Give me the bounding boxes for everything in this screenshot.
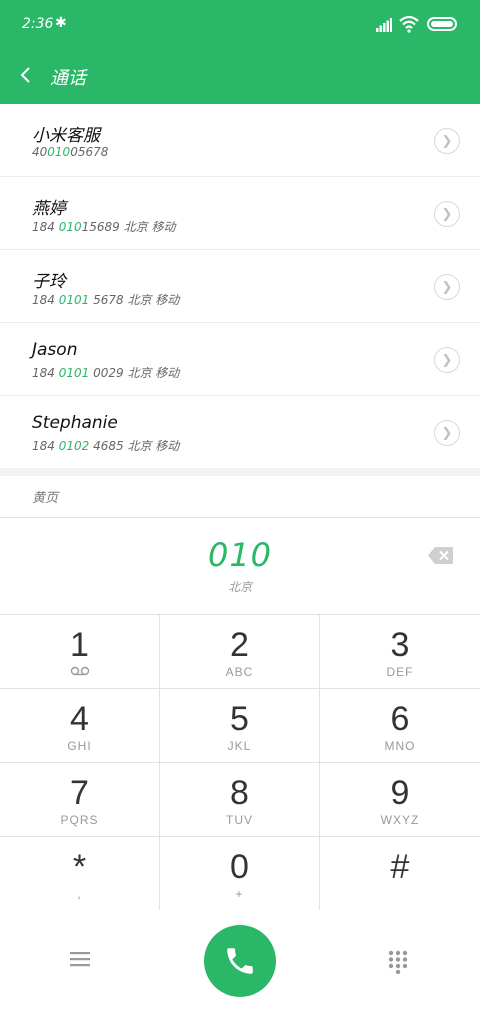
key-9[interactable]: 9 WXYZ	[320, 763, 480, 837]
wifi-icon	[399, 15, 419, 33]
chevron-right-icon[interactable]: ❯	[434, 274, 460, 300]
contact-number: 4001005678	[32, 145, 109, 159]
contact-number: 184 0101 5678 北京 移动	[32, 293, 180, 307]
phone-icon	[227, 948, 253, 974]
contact-list: 小米客服 4001005678 ❯ 燕婷 184 01015689 北京 移动 …	[0, 104, 480, 469]
contact-name: 燕婷	[32, 199, 66, 219]
key-7[interactable]: 7 PQRS	[0, 763, 160, 837]
status-time: 2:36	[22, 16, 54, 32]
call-button[interactable]	[204, 925, 276, 997]
key-star[interactable]: * ,	[0, 837, 160, 911]
contact-name: 小米客服	[32, 126, 100, 146]
app-header: 通话	[0, 50, 480, 104]
contact-number: 184 01015689 北京 移动	[32, 220, 176, 234]
yellow-pages-link[interactable]: 黄页	[32, 487, 58, 506]
key-hash[interactable]: #	[320, 837, 480, 911]
dialpad-icon[interactable]	[388, 950, 408, 974]
key-2[interactable]: 2 ABC	[160, 615, 320, 689]
key-3[interactable]: 3 DEF	[320, 615, 480, 689]
signal-icon	[376, 18, 392, 32]
contact-name: Jason	[32, 340, 78, 360]
bluetooth-icon: ✱	[55, 15, 67, 31]
page-title: 通话	[50, 68, 86, 89]
key-0[interactable]: 0 +	[160, 837, 320, 911]
key-8[interactable]: 8 TUV	[160, 763, 320, 837]
contact-number: 184 0101 0029 北京 移动	[32, 366, 180, 380]
status-bar: 2:36 ✱	[0, 0, 480, 50]
voicemail-icon	[70, 666, 89, 676]
chevron-right-icon[interactable]: ❯	[434, 420, 460, 446]
key-1[interactable]: 1	[0, 615, 160, 689]
chevron-right-icon[interactable]: ❯	[434, 347, 460, 373]
contact-row[interactable]: 小米客服 4001005678 ❯	[0, 104, 480, 177]
back-arrow-icon[interactable]	[16, 62, 36, 88]
bottom-bar	[0, 910, 480, 1013]
dialed-number: 010	[207, 536, 273, 574]
contact-number: 184 0102 4685 北京 移动	[32, 439, 180, 453]
key-6[interactable]: 6 MNO	[320, 689, 480, 763]
key-4[interactable]: 4 GHI	[0, 689, 160, 763]
contact-row[interactable]: Jason 184 0101 0029 北京 移动 ❯	[0, 323, 480, 396]
chevron-right-icon[interactable]: ❯	[434, 201, 460, 227]
contact-name: Stephanie	[32, 413, 118, 433]
keypad: 1 2 ABC 3 DEF 4 GHI 5 JKL 6 MNO 7 PQRS 8…	[0, 614, 480, 911]
battery-icon	[427, 17, 457, 31]
key-5[interactable]: 5 JKL	[160, 689, 320, 763]
section-gap	[0, 468, 480, 476]
dial-display: 010 北京	[0, 518, 480, 614]
contact-name: 子玲	[32, 272, 66, 292]
chevron-right-icon[interactable]: ❯	[434, 128, 460, 154]
dialed-location: 北京	[227, 580, 252, 594]
backspace-icon[interactable]	[428, 547, 453, 564]
contact-row[interactable]: 子玲 184 0101 5678 北京 移动 ❯	[0, 250, 480, 323]
menu-icon[interactable]	[70, 950, 90, 968]
contact-row[interactable]: 燕婷 184 01015689 北京 移动 ❯	[0, 177, 480, 250]
contact-row[interactable]: Stephanie 184 0102 4685 北京 移动 ❯	[0, 396, 480, 469]
